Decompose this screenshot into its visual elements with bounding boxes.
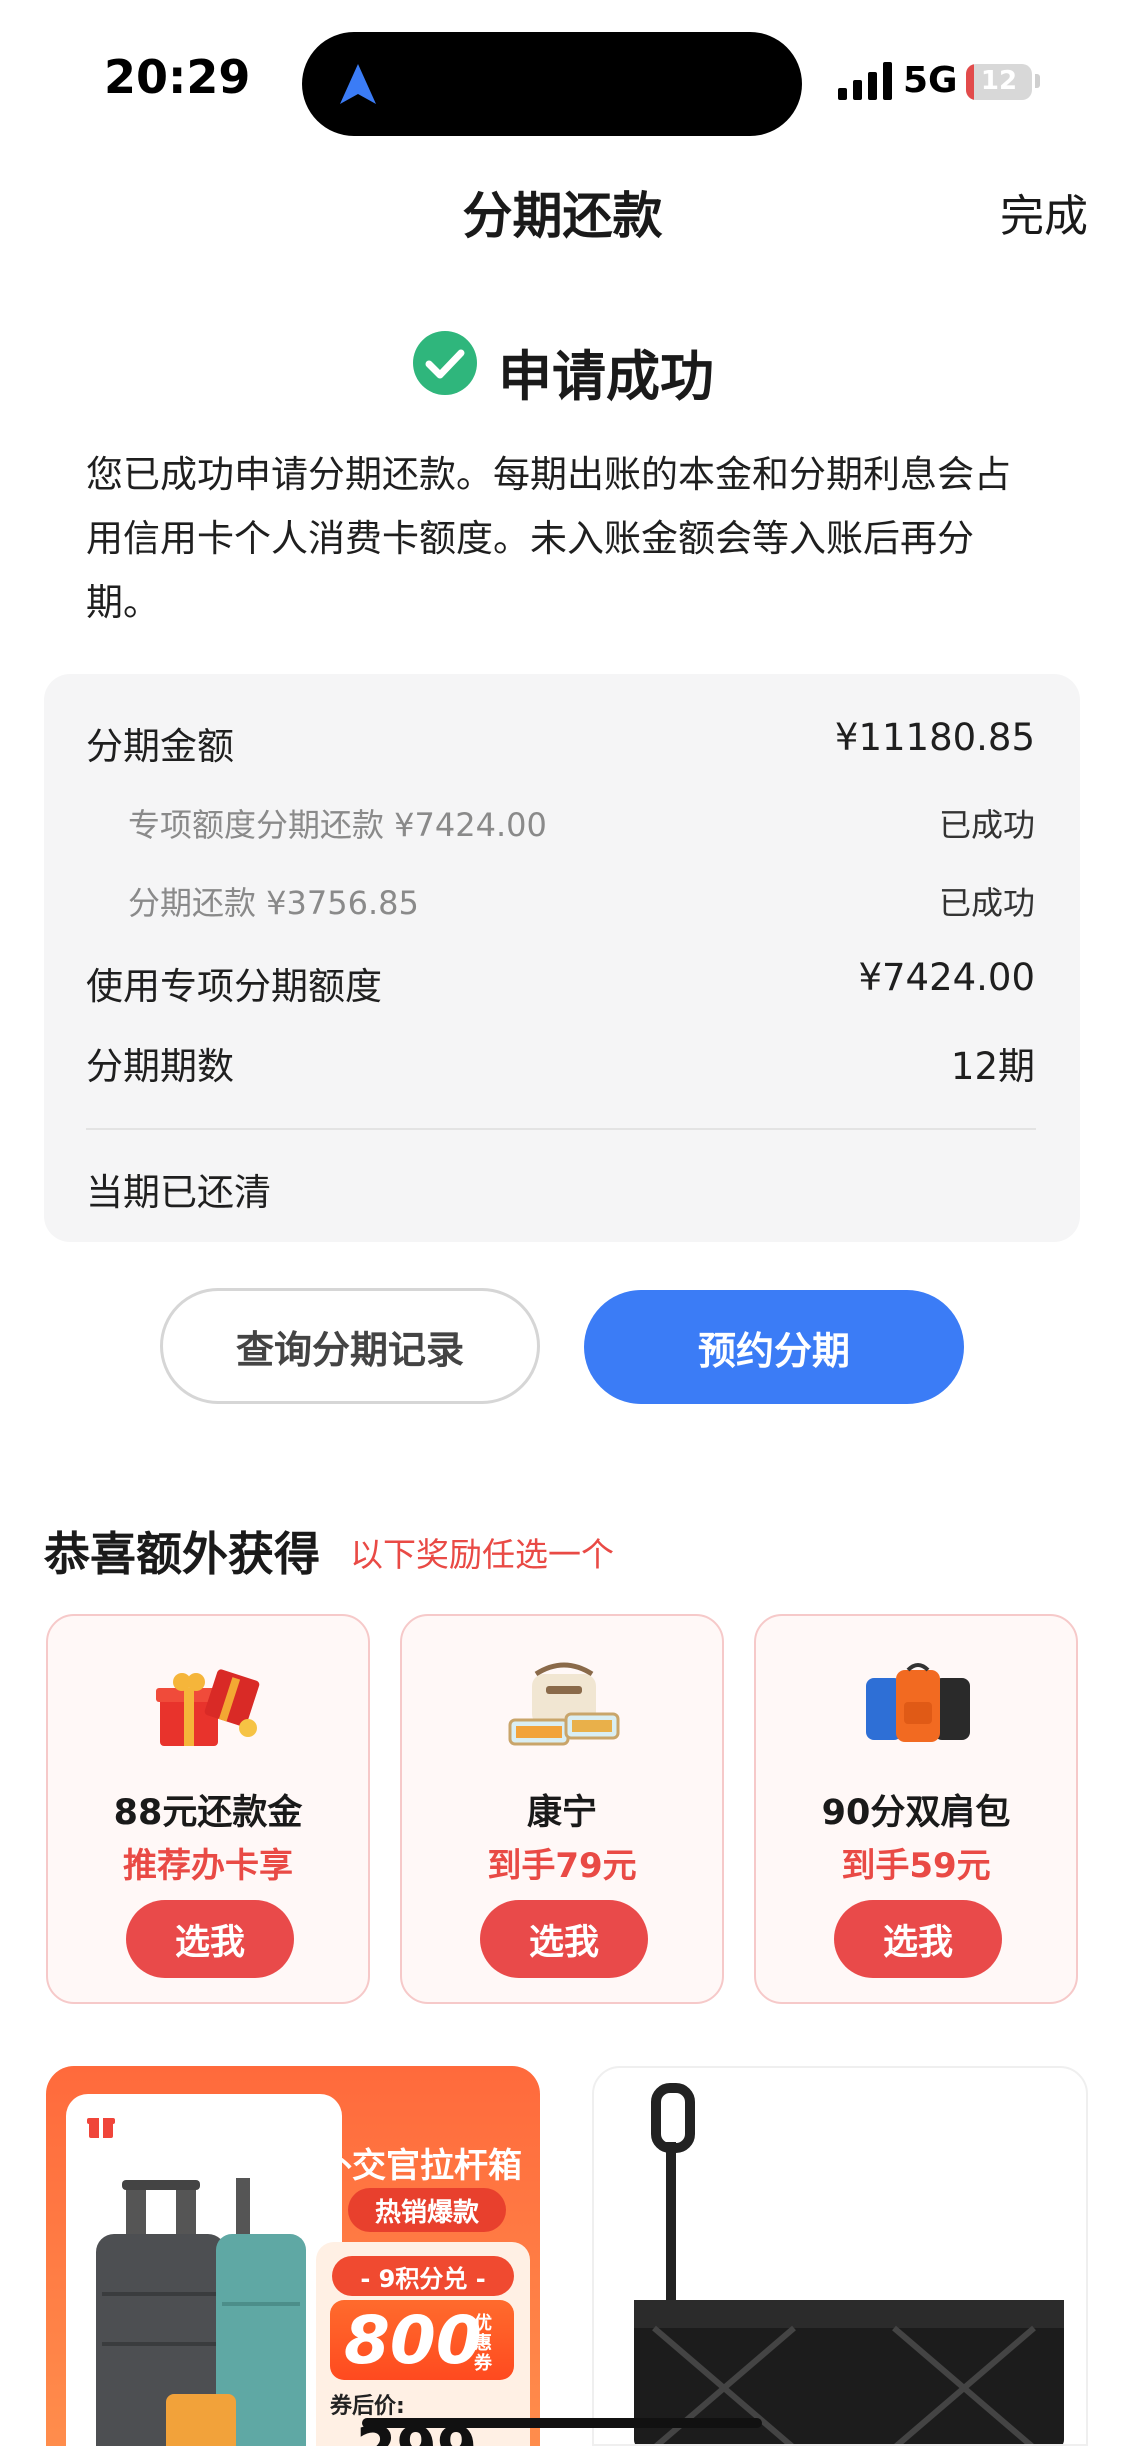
reward-price: 到手79元 [487,1846,637,1886]
select-reward-button[interactable]: 选我 [480,1900,648,1978]
battery-level: 12 [980,66,1018,96]
status-time: 20:29 [104,50,251,104]
success-check-icon [413,331,477,395]
periods-value: 12期 [950,1045,1035,1088]
rewards-title: 恭喜额外获得 [44,1527,320,1581]
network-type: 5G [903,60,958,101]
success-title: 申请成功 [498,345,714,408]
sub-item-status: 已成功 [938,806,1035,844]
sub-item-label: 分期还款 ¥3756.85 [128,884,419,922]
reward-name: 康宁 [526,1793,597,1833]
gift-icon [87,2118,115,2138]
battery-icon: 12 [966,64,1032,100]
folding-wagon-cart-icon [634,2083,1064,2444]
reward-card[interactable]: 88元还款金 推荐办卡享 选我 [46,1614,370,2004]
sub-item-status: 已成功 [938,884,1035,922]
special-quota-value: ¥7424.00 [858,956,1035,999]
query-records-button[interactable]: 查询分期记录 [160,1288,540,1404]
amount-label: 分期金额 [86,725,234,768]
result-description: 您已成功申请分期还款。每期出账的本金和分期利息会占用信用卡个人消费卡额度。未入账… [86,453,1011,624]
product-banner-wagon[interactable] [592,2066,1088,2446]
reward-card[interactable]: 90分双肩包 到手59元 选我 [754,1614,1078,2004]
suitcase-icon [96,2178,306,2446]
product-title: 外交官拉杆箱 [318,2146,522,2186]
amount-value: ¥11180.85 [834,716,1035,759]
battery-cap [1035,74,1040,88]
status-note: 当期已还清 [86,1171,271,1214]
reward-price: 推荐办卡享 [123,1846,293,1886]
lunch-box-set-icon [508,1662,620,1746]
done-button[interactable]: 完成 [1000,180,1088,244]
select-reward-button[interactable]: 选我 [126,1900,294,1978]
signal-bars-icon [838,62,892,100]
reward-price: 到手59元 [841,1846,991,1886]
backpacks-icon [866,1663,970,1742]
red-gift-box-icon [156,1669,260,1746]
reward-name: 88元还款金 [113,1793,303,1833]
dynamic-island [302,32,802,136]
reward-card[interactable]: 康宁 到手79元 选我 [400,1614,724,2004]
coupon-label: - 9积分兑 - [332,2256,514,2296]
location-arrow-icon [340,64,376,104]
page-title: 分期还款 [462,187,663,245]
product-banner-suitcase[interactable]: 外交官拉杆箱 热销爆款 - 9积分兑 - 800 优惠券 券后价: 299 [46,2066,540,2446]
hot-badge: 热销爆款 [348,2188,506,2232]
reward-name: 90分双肩包 [821,1793,1011,1833]
sub-item-label: 专项额度分期还款 ¥7424.00 [128,806,547,844]
rewards-subtitle: 以下奖励任选一个 [350,1535,614,1574]
periods-label: 分期期数 [86,1045,234,1088]
select-reward-button[interactable]: 选我 [834,1900,1002,1978]
product-image-panel [66,2094,342,2446]
reserve-installment-button[interactable]: 预约分期 [584,1290,964,1404]
special-quota-label: 使用专项分期额度 [86,965,382,1008]
home-indicator [362,2418,762,2428]
coupon-unit: 优惠券 [474,2313,492,2374]
card-divider [86,1128,1036,1130]
coupon-box: - 9积分兑 - 800 优惠券 券后价: 299 [316,2242,530,2446]
